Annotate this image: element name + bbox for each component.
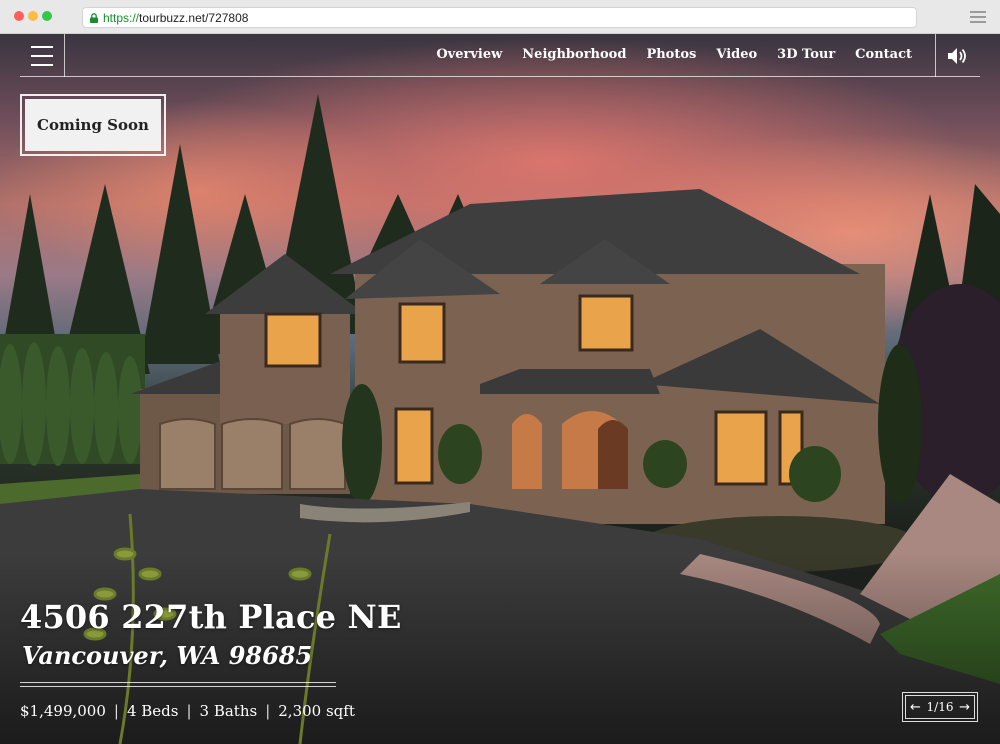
- nav-link-video[interactable]: Video: [716, 47, 757, 62]
- address-bar[interactable]: https://tourbuzz.net/727808: [82, 7, 917, 28]
- listing-beds: 4 Beds: [126, 702, 179, 720]
- nav-link-overview[interactable]: Overview: [436, 47, 502, 62]
- url-text: https://tourbuzz.net/727808: [103, 10, 249, 25]
- coming-soon-label: Coming Soon: [25, 99, 161, 151]
- lock-icon: [89, 12, 99, 23]
- photo-pager: ← 1/16 →: [902, 692, 978, 722]
- hero-photo: Overview Neighborhood Photos Video 3D To…: [0, 34, 1000, 744]
- minimize-window-button[interactable]: [28, 11, 38, 21]
- menu-hamburger-icon[interactable]: [22, 46, 62, 68]
- nav-link-photos[interactable]: Photos: [646, 47, 696, 62]
- listing-price: $1,499,000: [20, 702, 106, 720]
- nav-link-neighborhood[interactable]: Neighborhood: [522, 47, 626, 62]
- nav-underline: [20, 76, 980, 77]
- facts-separator: |: [186, 702, 192, 720]
- facts-separator: |: [113, 702, 119, 720]
- browser-chrome: https://tourbuzz.net/727808: [0, 0, 1000, 34]
- speaker-icon[interactable]: [946, 46, 968, 66]
- main-nav: Overview Neighborhood Photos Video 3D To…: [436, 47, 912, 62]
- listing-facts: $1,499,000 | 4 Beds | 3 Baths | 2,300 sq…: [20, 702, 355, 720]
- arrow-right-icon[interactable]: →: [959, 700, 970, 715]
- arrow-left-icon[interactable]: ←: [910, 700, 921, 715]
- browser-menu-icon[interactable]: [970, 11, 986, 23]
- maximize-window-button[interactable]: [42, 11, 52, 21]
- nav-divider: [935, 34, 936, 77]
- nav-link-3d-tour[interactable]: 3D Tour: [777, 47, 835, 62]
- close-window-button[interactable]: [14, 11, 24, 21]
- listing-sqft: 2,300 sqft: [278, 702, 355, 720]
- address-divider: [20, 682, 336, 683]
- listing-street: 4506 227th Place NE: [20, 598, 402, 636]
- nav-link-contact[interactable]: Contact: [855, 47, 912, 62]
- address-divider: [20, 686, 336, 687]
- photo-counter: 1/16: [926, 700, 954, 714]
- listing-city-line: Vancouver, WA 98685: [22, 641, 313, 670]
- listing-baths: 3 Baths: [199, 702, 258, 720]
- coming-soon-badge: Coming Soon: [20, 94, 166, 156]
- facts-separator: |: [265, 702, 271, 720]
- nav-divider: [64, 34, 65, 77]
